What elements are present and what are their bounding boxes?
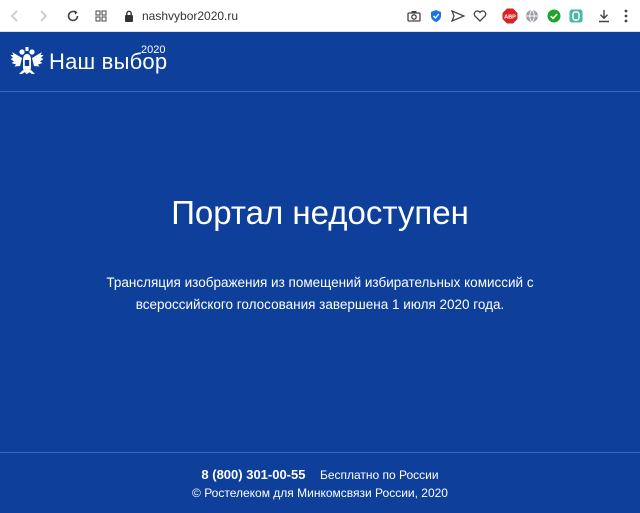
abp-label: ABP	[504, 15, 516, 21]
site-header: Наш выбор 2020	[0, 32, 640, 92]
check-icon[interactable]	[546, 8, 562, 24]
vpn-icon[interactable]	[568, 8, 584, 24]
camera-icon[interactable]	[406, 8, 422, 24]
address-bar[interactable]: nashvybor2020.ru	[112, 0, 238, 32]
phone-note: Бесплатно по России	[319, 468, 439, 482]
back-arrow-icon[interactable]	[4, 5, 26, 27]
logo-year: 2020	[141, 44, 166, 56]
menu-icon[interactable]	[618, 8, 634, 24]
forward-arrow-icon[interactable]	[32, 5, 54, 27]
browser-toolbar: nashvybor2020.ru ABP	[0, 0, 640, 32]
reload-icon[interactable]	[62, 5, 84, 27]
eagle-emblem-icon[interactable]	[10, 46, 44, 76]
adblock-abp-icon[interactable]: ABP	[502, 8, 518, 24]
shield-icon[interactable]	[428, 8, 444, 24]
page-title: Портал недоступен	[171, 194, 469, 231]
download-icon[interactable]	[596, 8, 612, 24]
status-message-line-1: Трансляция изображения из помещений изби…	[106, 275, 534, 290]
copyright: © Ростелеком для Минкомсвязи России, 202…	[192, 486, 448, 500]
site-footer: 8 (800) 301-00-55 Бесплатно по России © …	[0, 452, 640, 513]
apps-grid-icon[interactable]	[90, 5, 112, 27]
heart-icon[interactable]	[472, 8, 488, 24]
extension-icons: ABP	[406, 0, 634, 32]
footer-contact: 8 (800) 301-00-55 Бесплатно по России	[0, 466, 640, 484]
phone-number[interactable]: 8 (800) 301-00-55	[201, 467, 305, 482]
status-message: Трансляция изображения из помещений изби…	[95, 272, 545, 316]
globe-icon[interactable]	[524, 8, 540, 24]
url-text[interactable]: nashvybor2020.ru	[142, 9, 238, 23]
send-icon[interactable]	[450, 8, 466, 24]
status-message-line-2: всероссийского голосования завершена 1 и…	[135, 297, 505, 312]
lock-icon	[124, 10, 134, 22]
